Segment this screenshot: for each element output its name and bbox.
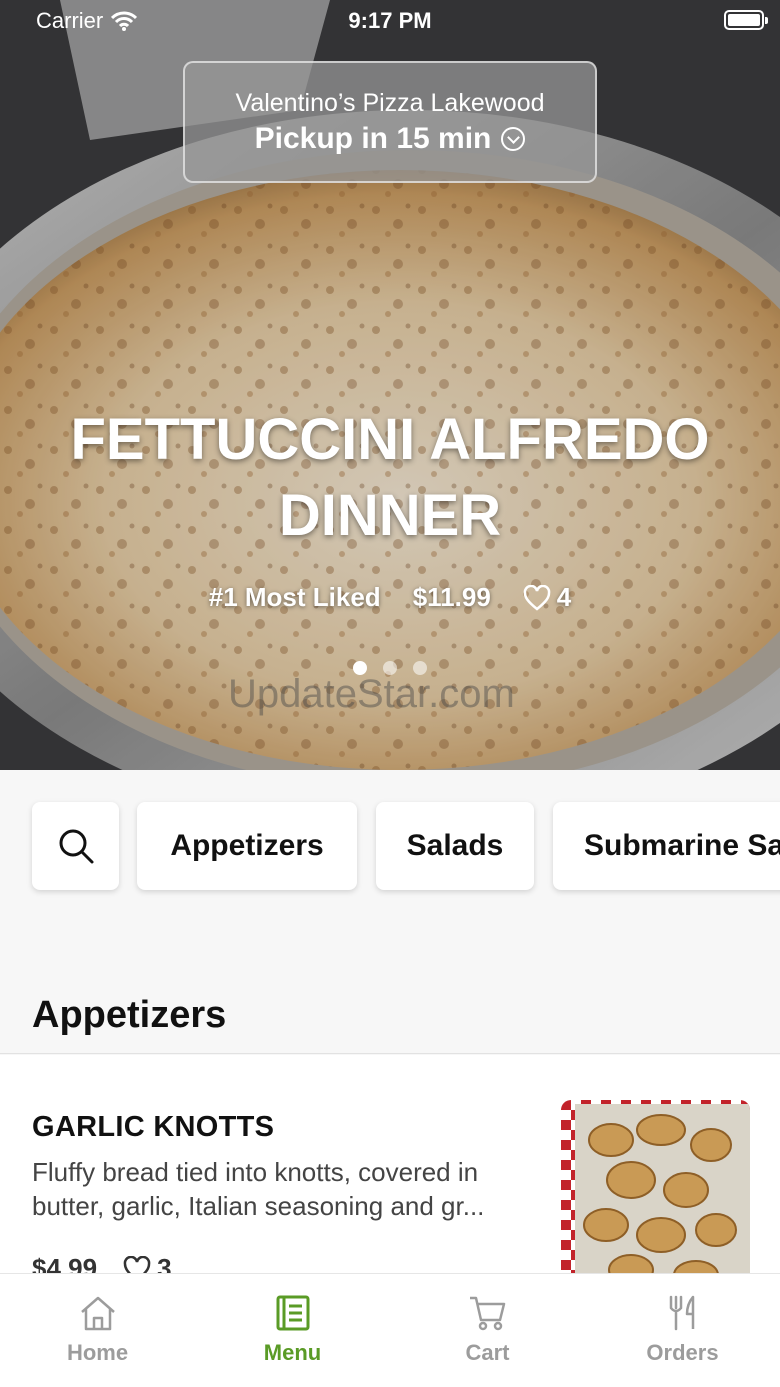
featured-likes-count: 4 — [556, 582, 572, 612]
heart-icon — [523, 584, 551, 611]
featured-banner[interactable]: Carrier 9:17 PM Valentino’s Pizza Lakewo… — [0, 0, 780, 770]
search-icon — [59, 829, 93, 864]
category-chip-salads[interactable]: Salads — [376, 802, 534, 890]
search-button[interactable] — [32, 802, 119, 890]
featured-title-line1: FETTUCCINI ALFREDO — [70, 407, 710, 472]
category-bar: Appetizers Salads Submarine Sandwiches — [0, 770, 780, 950]
menu-icon — [276, 1295, 309, 1331]
status-bar: Carrier 9:17 PM — [0, 0, 780, 40]
featured-title: FETTUCCINI ALFREDO DINNER — [0, 402, 780, 554]
category-chip-appetizers[interactable]: Appetizers — [137, 802, 357, 890]
featured-meta: #1 Most Liked $11.99 4 — [0, 582, 780, 613]
tab-orders-label: Orders — [646, 1340, 719, 1365]
featured-title-line2: DINNER — [278, 483, 502, 548]
fork-knife-icon — [669, 1295, 694, 1331]
item-image — [561, 1100, 750, 1285]
featured-rank: #1 Most Liked — [208, 582, 381, 612]
store-name: Valentino’s Pizza Lakewood — [235, 89, 545, 117]
item-name: GARLIC KNOTTS — [32, 1111, 275, 1143]
item-description: Fluffy bread tied into knotts, covered i… — [32, 1157, 485, 1221]
tab-home-label: Home — [66, 1340, 129, 1365]
featured-likes[interactable]: 4 — [523, 582, 571, 613]
tab-home[interactable]: Home — [0, 1274, 195, 1387]
tab-cart-label: Cart — [465, 1340, 510, 1365]
section-title: Appetizers — [32, 994, 227, 1036]
tab-menu[interactable]: Menu — [195, 1274, 390, 1387]
pickup-time: Pickup in 15 min — [185, 122, 595, 156]
tab-cart[interactable]: Cart — [390, 1274, 585, 1387]
tab-menu-label: Menu — [263, 1340, 322, 1365]
menu-item[interactable]: GARLIC KNOTTS Fluffy bread tied into kno… — [0, 1055, 780, 1285]
battery-icon — [724, 10, 768, 30]
chevron-down-icon — [501, 127, 526, 151]
home-icon — [80, 1296, 115, 1331]
watermark: UpdateStar.com — [228, 672, 515, 716]
tab-orders[interactable]: Orders — [585, 1274, 780, 1387]
category-chip-submarine[interactable]: Submarine Sandwiches — [553, 802, 780, 890]
featured-price: $11.99 — [412, 582, 491, 612]
pickup-label: Pickup in 15 min — [254, 122, 492, 155]
section-header: Appetizers — [0, 950, 780, 1054]
store-selector[interactable]: Valentino’s Pizza Lakewood Pickup in 15 … — [183, 61, 597, 183]
tab-bar: Home Menu Cart Orders — [0, 1273, 780, 1387]
clock: 9:17 PM — [348, 8, 432, 33]
cart-icon — [469, 1296, 505, 1331]
